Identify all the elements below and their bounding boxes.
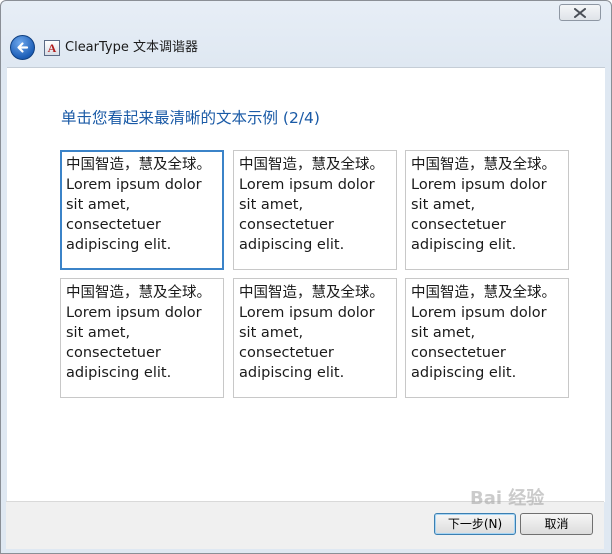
sample-line: Lorem ipsum dolor [411,177,547,193]
sample-line: Lorem ipsum dolor [66,305,202,321]
sample-line: sit amet, [66,197,131,213]
back-arrow-icon [17,42,29,53]
sample-line: consectetuer [239,217,334,233]
sample-line: sit amet, [411,325,476,341]
next-button[interactable]: 下一步(N) [434,513,516,535]
watermark: Bai 经验 [470,488,545,509]
sample-line: consectetuer [66,217,161,233]
window-title: ClearType 文本调谐器 [65,40,198,55]
close-button[interactable] [559,4,601,21]
sample-line-chinese: 中国智造，慧及全球。 [239,157,384,173]
text-sample-2[interactable]: 中国智造，慧及全球。 Lorem ipsum dolor sit amet, c… [233,150,397,270]
sample-line: Lorem ipsum dolor [239,305,375,321]
close-icon [574,8,586,18]
cancel-button[interactable]: 取消 [520,513,593,535]
text-sample-4[interactable]: 中国智造，慧及全球。 Lorem ipsum dolor sit amet, c… [60,278,224,398]
sample-line: consectetuer [66,345,161,361]
sample-line: sit amet, [411,197,476,213]
sample-line-chinese: 中国智造，慧及全球。 [66,285,211,301]
text-sample-3[interactable]: 中国智造，慧及全球。 Lorem ipsum dolor sit amet, c… [405,150,569,270]
sample-line: adipiscing elit. [239,365,345,381]
text-sample-1[interactable]: 中国智造，慧及全球。 Lorem ipsum dolor sit amet, c… [60,150,224,270]
sample-line: Lorem ipsum dolor [411,305,547,321]
sample-line: adipiscing elit. [411,365,517,381]
sample-line: adipiscing elit. [66,237,172,253]
sample-line: sit amet, [66,325,131,341]
sample-line: adipiscing elit. [239,237,345,253]
sample-line: consectetuer [411,345,506,361]
cleartype-app-icon: A [44,40,60,56]
sample-line-chinese: 中国智造，慧及全球。 [66,157,211,173]
sample-line: consectetuer [239,345,334,361]
sample-line-chinese: 中国智造，慧及全球。 [411,285,556,301]
instruction-heading: 单击您看起来最清晰的文本示例 (2/4) [61,109,320,127]
sample-line: adipiscing elit. [66,365,172,381]
back-button[interactable] [10,35,35,60]
sample-line: adipiscing elit. [411,237,517,253]
text-sample-5[interactable]: 中国智造，慧及全球。 Lorem ipsum dolor sit amet, c… [233,278,397,398]
sample-line: sit amet, [239,197,304,213]
sample-line: sit amet, [239,325,304,341]
cleartype-tuner-window: A ClearType 文本调谐器 [0,0,612,554]
sample-line: Lorem ipsum dolor [239,177,375,193]
text-sample-6[interactable]: 中国智造，慧及全球。 Lorem ipsum dolor sit amet, c… [405,278,569,398]
sample-line: consectetuer [411,217,506,233]
sample-line-chinese: 中国智造，慧及全球。 [411,157,556,173]
sample-line: Lorem ipsum dolor [66,177,202,193]
sample-line-chinese: 中国智造，慧及全球。 [239,285,384,301]
